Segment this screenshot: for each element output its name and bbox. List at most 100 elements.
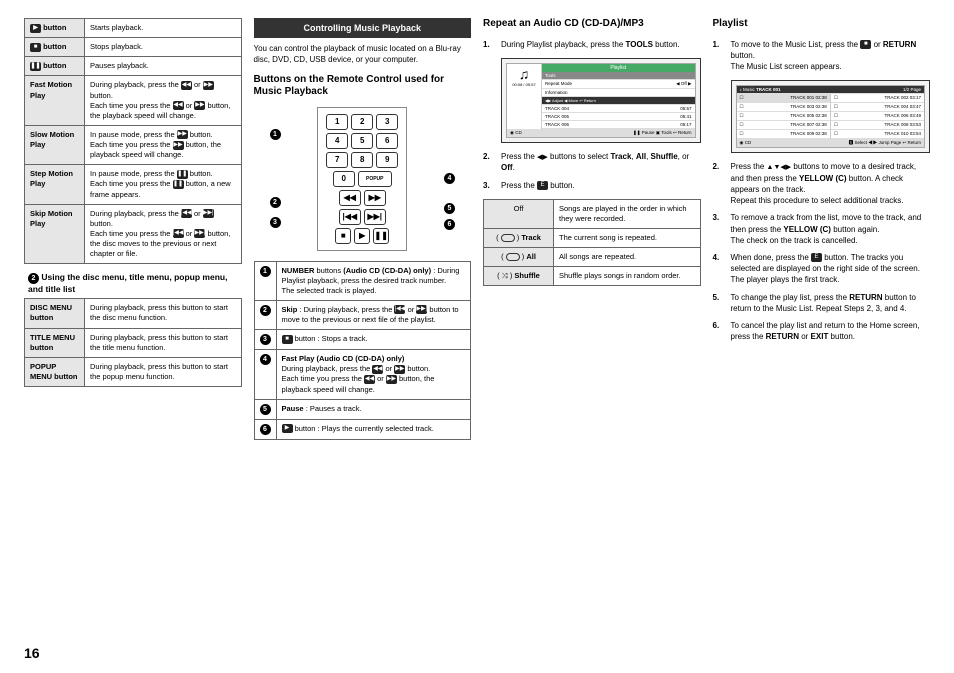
section-heading: Controlling Music Playback (254, 18, 472, 38)
skip-back-icon: |◀◀ (173, 229, 184, 238)
row-label: ( ⤨ ) Shuffle (484, 267, 554, 286)
tools-label: Tools (545, 73, 556, 78)
row-label: Step Motion Play (25, 165, 85, 204)
row-desc: During playback, press the ◀◀ or ▶▶ butt… (85, 76, 242, 126)
step-item: During Playlist playback, press the TOOL… (483, 39, 701, 50)
pause-icon: ❚❚ (177, 170, 188, 179)
callout-6: 6 (444, 219, 455, 230)
page-indicator: 1/2 Page (903, 87, 921, 92)
screenshot-musiclist: ♪ Music TRACK 0011/2 Page ☐TRACK 001 02:… (731, 80, 931, 153)
repeat-one-icon (501, 234, 515, 242)
key-6: 6 (376, 133, 398, 149)
repeat-options-table: OffSongs are played in the order in whic… (483, 199, 701, 287)
row-desc: In pause mode, press the ▶▶ button.Each … (85, 125, 242, 164)
stop-icon: ■ (282, 335, 293, 344)
step-item: Press the ▲▼◀▶ buttons to move to a desi… (713, 161, 931, 206)
callout-5: 5 (444, 203, 455, 214)
row-num: 1 (254, 261, 276, 300)
row-desc: ▶ button : Plays the currently selected … (276, 419, 471, 439)
track-label: TRACK 001 (756, 87, 781, 92)
track-item: TRACK 001 02:38 (790, 95, 827, 101)
skip-back-icon: |◀◀ (394, 305, 405, 314)
sub-heading: Repeat an Audio CD (CD-DA)/MP3 (483, 18, 701, 31)
page-number: 16 (24, 645, 40, 661)
fwd-icon: ▶▶ (173, 141, 184, 150)
row-label: ❚❚ button (25, 57, 85, 76)
rewind-icon: ◀◀ (364, 375, 375, 384)
skip-back-icon: |◀◀ (181, 209, 192, 218)
stop-icon: ■ (341, 231, 346, 240)
disc-icon: ◉ (510, 130, 514, 135)
shuffle-icon: ⤨ (502, 271, 508, 280)
repeat-all-icon (506, 253, 520, 261)
row-label: ( ) All (484, 248, 554, 267)
row-num: 3 (254, 330, 276, 350)
sub-heading: Buttons on the Remote Control used for M… (254, 74, 472, 99)
pause-icon: ❚❚ (375, 231, 388, 240)
row-desc: Fast Play (Audio CD (CD-DA) only)During … (276, 350, 471, 400)
circ-icon: 5 (260, 404, 271, 415)
row-label: ▶ ▶ buttonbutton (25, 19, 85, 38)
callout-2: 2 (270, 197, 281, 208)
step-item: To move to the Music List, press the ■ o… (713, 39, 931, 73)
playback-buttons-table: ▶ ▶ buttonbuttonStarts playback. ■ butto… (24, 18, 242, 264)
screen-row-label: Repeat Mode (545, 81, 572, 87)
screen-row-label: TRACK 005 (545, 114, 569, 119)
key-skipb: |◀◀ (339, 209, 361, 225)
row-desc: Shuffle plays songs in random order. (554, 267, 701, 286)
screenshot-tools: ♫ 00:08 / 05:57 Playlist Tools Repeat Mo… (501, 58, 701, 143)
track-item: TRACK 002 03:17 (884, 95, 921, 101)
row-desc: The current song is repeated. (554, 229, 701, 248)
row-desc: Starts playback. (85, 19, 242, 38)
subhead-2: 2 Using the disc menu, title menu, popup… (28, 272, 242, 294)
key-fwd: ▶▶ (364, 190, 386, 206)
row-num: 4 (254, 350, 276, 400)
row-desc: NUMBER buttons (Audio CD (CD-DA) only) :… (276, 261, 471, 300)
key-9: 9 (376, 152, 398, 168)
music-note-icon: ♫ (509, 66, 539, 82)
row-label: Skip Motion Play (25, 204, 85, 264)
screen-titlebar: Playlist (542, 64, 695, 72)
screen-titlebar: Music (743, 87, 755, 92)
key-7: 7 (326, 152, 348, 168)
row-desc: Skip : During playback, press the |◀◀ or… (276, 300, 471, 329)
row-label: TITLE MENU button (25, 328, 85, 357)
screen-row-val: 05:57 (680, 106, 691, 111)
steps-list: During Playlist playback, press the TOOL… (483, 39, 701, 50)
enter-icon: E (537, 181, 548, 190)
row-label: DISC MENU button (25, 299, 85, 328)
step-item: Press the ◀▶ buttons to select Track, Al… (483, 151, 701, 174)
rewind-icon: ◀◀ (173, 101, 184, 110)
menu-buttons-table: DISC MENU buttonDuring playback, press t… (24, 298, 242, 387)
row-desc: During playback, press this button to st… (85, 357, 242, 386)
fwd-icon: ▶▶ (177, 130, 188, 139)
row-desc: Songs are played in the order in which t… (554, 199, 701, 228)
row-desc: During playback, press this button to st… (85, 328, 242, 357)
screen-row-val: 05:17 (680, 122, 691, 127)
circ-icon: 2 (260, 305, 271, 316)
row-num: 5 (254, 399, 276, 419)
track-item: TRACK 003 02:38 (790, 104, 827, 110)
row-desc: Stops playback. (85, 38, 242, 57)
row-desc: Pause : Pauses a track. (276, 399, 471, 419)
circ-icon: 3 (260, 334, 271, 345)
screen-row-label: Information (545, 90, 568, 95)
skip-back-icon: |◀◀ (342, 212, 357, 221)
column-4: Playlist To move to the Music List, pres… (713, 18, 931, 448)
key-rew: ◀◀ (339, 190, 361, 206)
playlist-steps: To move to the Music List, press the ■ o… (713, 39, 931, 73)
callout-3: 3 (270, 217, 281, 228)
row-label: Off (484, 199, 554, 228)
track-item: TRACK 010 03:54 (884, 131, 921, 137)
step-item: To cancel the play list and return to th… (713, 320, 931, 342)
steps-list-cont: Press the ◀▶ buttons to select Track, Al… (483, 151, 701, 191)
track-item: TRACK 006 03:49 (884, 113, 921, 119)
stop-icon: ■ (860, 40, 871, 49)
skip-fwd-icon: ▶▶| (367, 212, 382, 221)
circ-icon: 1 (260, 266, 271, 277)
fwd-icon: ▶▶ (194, 101, 205, 110)
rewind-icon: ◀◀ (372, 365, 383, 374)
row-desc: ■ button : Stops a track. (276, 330, 471, 350)
fwd-icon: ▶▶ (203, 81, 214, 90)
screen-row-label: TRACK 004 (545, 106, 569, 111)
